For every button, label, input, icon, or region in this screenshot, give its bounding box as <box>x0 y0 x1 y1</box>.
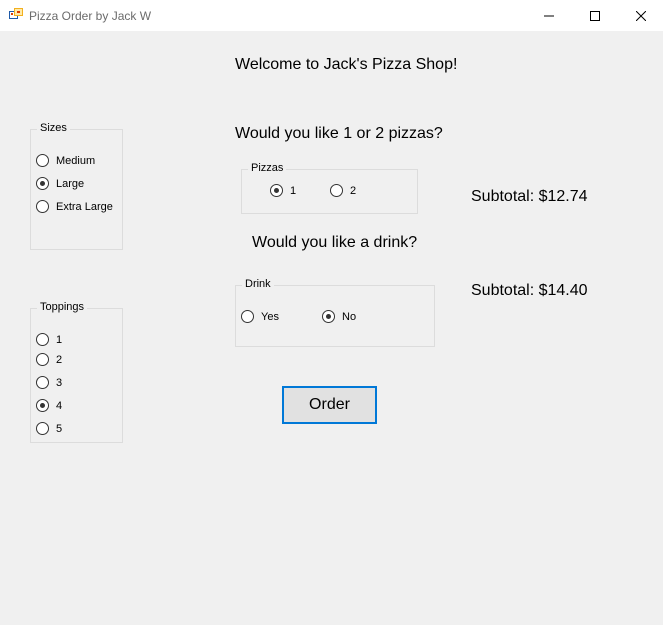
radio-label: 1 <box>56 333 63 346</box>
size-option-large[interactable]: Large <box>36 177 84 190</box>
toppings-option-1[interactable]: 1 <box>36 333 62 346</box>
radio-label: Yes <box>261 310 279 323</box>
radio-button[interactable] <box>36 376 49 389</box>
radio-label: 2 <box>56 353 63 366</box>
radio-button[interactable] <box>36 353 49 366</box>
radio-button[interactable] <box>36 154 49 167</box>
title-bar: Pizza Order by Jack W <box>0 0 663 31</box>
drink-option-yes[interactable]: Yes <box>241 310 279 323</box>
drink-question: Would you like a drink? <box>252 234 418 251</box>
minimize-button[interactable] <box>526 0 572 31</box>
toppings-option-4[interactable]: 4 <box>36 399 62 412</box>
radio-label: No <box>342 310 357 323</box>
radio-button[interactable] <box>330 184 343 197</box>
drink-option-no[interactable]: No <box>322 310 356 323</box>
maximize-button[interactable] <box>572 0 618 31</box>
pizzas-option-1[interactable]: 1 <box>270 184 296 197</box>
radio-button-selected[interactable] <box>270 184 283 197</box>
radio-button-selected[interactable] <box>36 177 49 190</box>
minimize-icon <box>544 15 554 16</box>
maximize-icon <box>590 10 600 21</box>
radio-label: 5 <box>56 422 63 435</box>
drink-group-title: Drink <box>242 278 274 290</box>
radio-button[interactable] <box>36 200 49 213</box>
radio-button[interactable] <box>36 333 49 346</box>
radio-label: 1 <box>290 184 297 197</box>
toppings-option-5[interactable]: 5 <box>36 422 62 435</box>
radio-button-selected[interactable] <box>36 399 49 412</box>
window-title: Pizza Order by Jack W <box>29 9 152 23</box>
order-button[interactable]: Order <box>282 386 377 424</box>
radio-label: Medium <box>56 154 96 167</box>
radio-label: 2 <box>350 184 357 197</box>
radio-label: 3 <box>56 376 63 389</box>
pizzas-option-2[interactable]: 2 <box>330 184 356 197</box>
radio-label: Large <box>56 177 85 190</box>
close-button[interactable] <box>618 0 663 31</box>
sizes-group-title: Sizes <box>37 122 70 134</box>
radio-label: 4 <box>56 399 63 412</box>
radio-button[interactable] <box>36 422 49 435</box>
radio-label: Extra Large <box>56 200 113 213</box>
radio-button-selected[interactable] <box>322 310 335 323</box>
toppings-option-2[interactable]: 2 <box>36 353 62 366</box>
radio-button[interactable] <box>241 310 254 323</box>
close-icon <box>636 10 646 21</box>
welcome-heading: Welcome to Jack's Pizza Shop! <box>235 56 458 73</box>
pizzas-group-title: Pizzas <box>248 162 287 174</box>
toppings-group-title: Toppings <box>37 301 88 313</box>
app-window: Pizza Order by Jack W Welcome to Jack's … <box>0 0 663 625</box>
pizza-question: Would you like 1 or 2 pizzas? <box>235 125 443 142</box>
toppings-option-3[interactable]: 3 <box>36 376 62 389</box>
drink-subtotal: Subtotal: $14.40 <box>471 282 588 299</box>
size-option-medium[interactable]: Medium <box>36 154 95 167</box>
app-icon <box>9 8 23 19</box>
size-option-extra-large[interactable]: Extra Large <box>36 200 113 213</box>
pizza-subtotal: Subtotal: $12.74 <box>471 188 588 205</box>
